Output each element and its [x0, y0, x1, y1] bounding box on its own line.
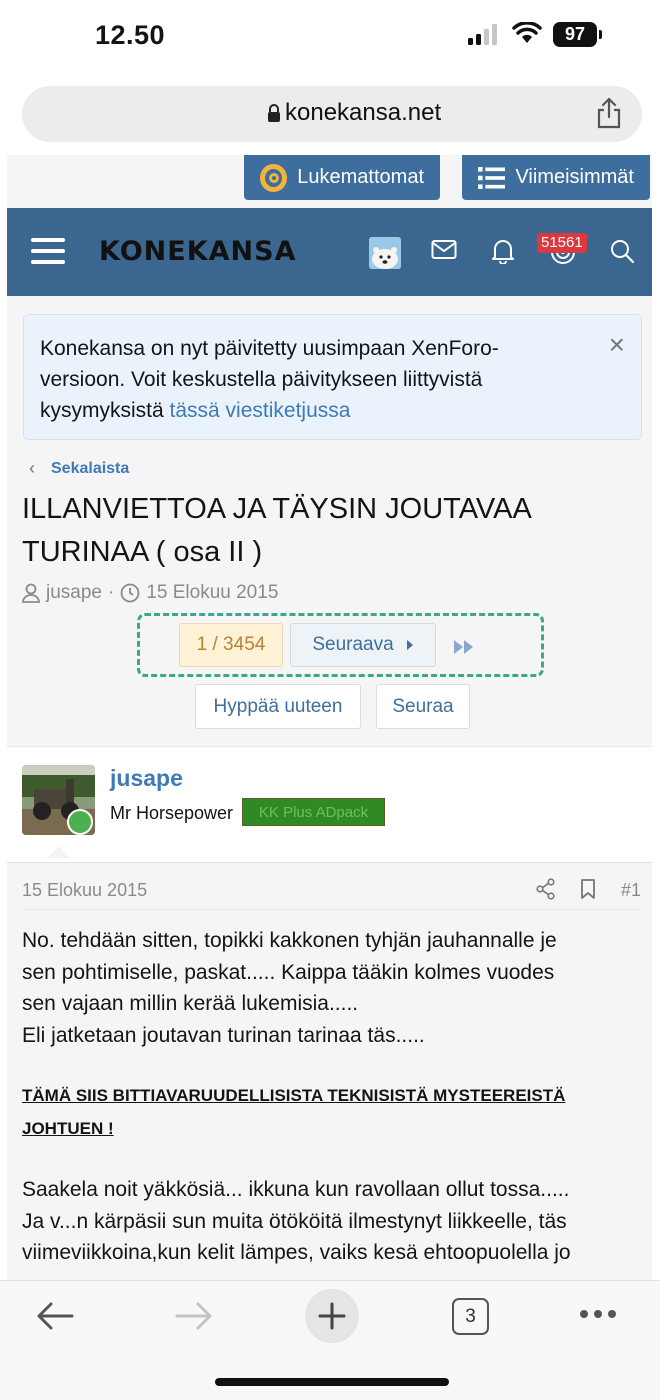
new-tab-plus-icon[interactable]	[304, 1288, 360, 1344]
home-indicator	[215, 1378, 449, 1386]
bookmark-icon[interactable]	[580, 878, 596, 900]
thread-author[interactable]: jusape	[46, 582, 102, 604]
alerts-badge: 51561	[537, 233, 587, 253]
fast-forward-icon	[454, 640, 473, 654]
post-text-line: Ja v...n kärpäsii sun muita ötököitä ilm…	[22, 1209, 567, 1233]
user-avatar[interactable]	[369, 237, 401, 269]
address-bar[interactable]: konekansa.net	[22, 86, 642, 142]
search-icon[interactable]	[610, 239, 634, 263]
back-arrow-icon[interactable]	[36, 1301, 74, 1331]
clock-icon	[120, 583, 140, 603]
watch-thread-button[interactable]: Seuraa	[376, 684, 470, 729]
share-icon[interactable]	[596, 97, 622, 129]
post-username[interactable]: jusape	[110, 765, 183, 792]
menu-icon[interactable]	[31, 238, 65, 264]
user-title: Mr Horsepower	[110, 803, 234, 823]
thread-date[interactable]: 15 Elokuu 2015	[146, 582, 278, 604]
jump-to-new-button[interactable]: Hyppää uuteen	[195, 684, 361, 729]
unread-icon	[260, 163, 288, 192]
tabs-button[interactable]: 3	[452, 1298, 489, 1335]
share-icon[interactable]	[536, 878, 556, 900]
clock: 12.50	[95, 20, 166, 50]
close-icon[interactable]: ×	[609, 331, 625, 359]
post-meta: 15 Elokuu 2015 #1	[22, 878, 642, 910]
notice-link[interactable]: tässä viestiketjussa	[170, 399, 351, 422]
latest-label: Viimeisimmät	[515, 166, 634, 188]
post-bold-line: JOHTUEN !	[22, 1119, 114, 1138]
last-page-button[interactable]	[444, 625, 484, 669]
user-banner: KK Plus ADpack	[242, 798, 385, 826]
unread-label: Lukemattomat	[297, 166, 424, 188]
page-jump-button[interactable]: 1 / 3454	[179, 623, 283, 667]
forward-arrow-icon[interactable]	[175, 1301, 213, 1331]
caret-right-icon	[406, 640, 413, 650]
chevron-left-icon: ‹	[29, 458, 35, 478]
meta-separator: ·	[108, 582, 115, 603]
next-page-button[interactable]: Seuraava	[290, 623, 436, 667]
post-text-line: Saakela noit yäkkösiä... ikkuna kun ravo…	[22, 1178, 570, 1201]
post-number[interactable]: #1	[621, 880, 641, 901]
unread-button[interactable]: Lukemattomat	[244, 155, 440, 200]
polar-bear-avatar-icon	[369, 237, 401, 269]
site-notice: Konekansa on nyt päivitetty uusimpaan Xe…	[23, 314, 642, 440]
more-options-icon[interactable]	[579, 1309, 617, 1319]
list-icon	[478, 166, 506, 189]
post-text-line: viimeviikkoina,kun kelit lämpes, vaiks k…	[22, 1241, 571, 1264]
breadcrumb-label: Sekalaista	[51, 459, 130, 477]
post-user-block: jusape Mr Horsepower KK Plus ADpack	[7, 746, 652, 863]
post-bold-line: TÄMÄ SIIS BITTIAVARUUDELLISISTA TEKNISIS…	[22, 1086, 566, 1105]
post-text-line: No. tehdään sitten, topikki kakkonen tyh…	[22, 929, 557, 952]
online-status-icon	[67, 809, 93, 835]
web-page: Lukemattomat Viimeisimmät KONEKANSA 5156…	[7, 155, 652, 1280]
arrow-pointer	[47, 846, 71, 858]
lock-icon	[268, 104, 280, 122]
post-text-line: sen vajaan millin kerää lukemisia.....	[22, 992, 359, 1015]
next-page-label: Seuraava	[312, 634, 394, 655]
thread-meta: jusape · 15 Elokuu 2015	[22, 582, 278, 604]
wifi-icon	[512, 22, 542, 43]
url-text: konekansa.net	[285, 99, 442, 126]
site-header: KONEKANSA 51561	[7, 208, 652, 296]
post-text-line: Eli jatketaan joutavan turinan tarinaa t…	[22, 1023, 425, 1047]
user-icon	[22, 583, 40, 603]
latest-button[interactable]: Viimeisimmät	[462, 155, 650, 200]
bell-icon[interactable]	[491, 238, 515, 264]
post-body: No. tehdään sitten, topikki kakkonen tyh…	[22, 925, 642, 1269]
breadcrumb[interactable]: ‹ Sekalaista	[29, 458, 129, 479]
cellular-signal-icon	[468, 24, 497, 45]
status-bar: 12.50 97	[0, 0, 660, 72]
battery-indicator: 97	[553, 22, 602, 47]
post-date[interactable]: 15 Elokuu 2015	[22, 880, 147, 901]
thread-title: ILLANVIETTOA JA TÄYSIN JOUTAVAA TURINAA …	[22, 493, 531, 568]
inbox-icon[interactable]	[431, 239, 457, 261]
post-text-line: sen pohtimiselle, paskat..... Kaippa tää…	[22, 960, 555, 984]
site-logo[interactable]: KONEKANSA	[99, 236, 296, 267]
